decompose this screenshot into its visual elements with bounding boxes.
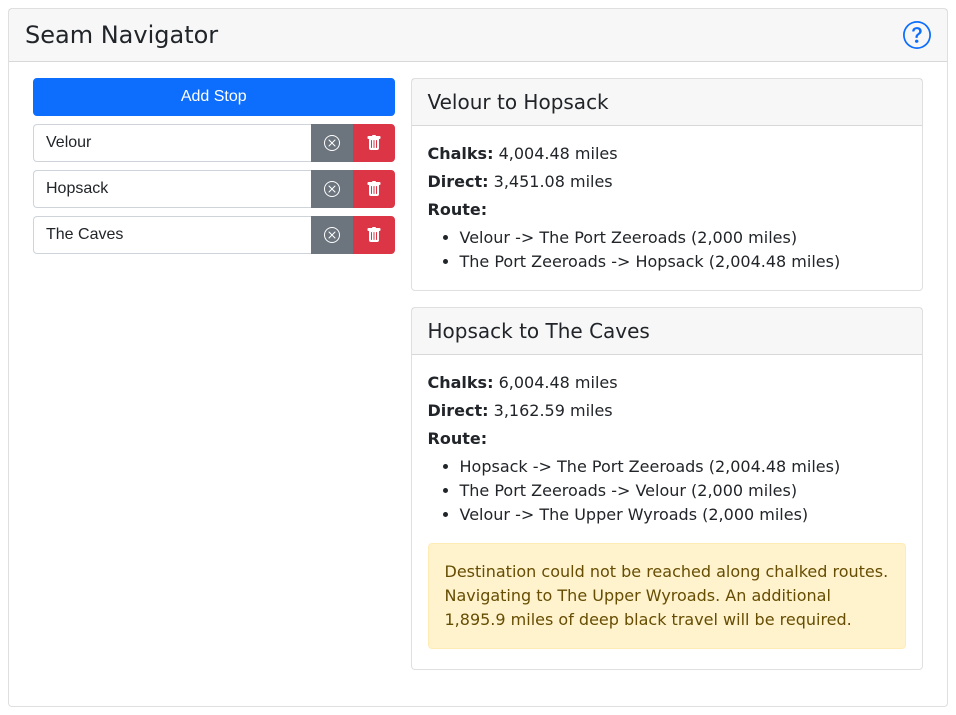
- stop-row: [33, 216, 395, 254]
- route-list: Velour -> The Port Zeeroads (2,000 miles…: [428, 226, 906, 274]
- leg-title: Hopsack to The Caves: [428, 316, 906, 346]
- legs-column: Velour to Hopsack Chalks: 4,004.48 miles D…: [403, 78, 931, 686]
- stop-input[interactable]: [33, 170, 311, 208]
- route-step: The Port Zeeroads -> Velour (2,000 miles…: [460, 479, 906, 503]
- clear-stop-button[interactable]: [311, 216, 353, 254]
- leg-card: Velour to Hopsack Chalks: 4,004.48 miles D…: [411, 78, 923, 291]
- trash-icon: [366, 135, 382, 151]
- add-stop-button[interactable]: Add Stop: [33, 78, 395, 116]
- direct-label: Direct:: [428, 172, 489, 191]
- route-step: Hopsack -> The Port Zeeroads (2,004.48 m…: [460, 455, 906, 479]
- leg-warning: Destination could not be reached along c…: [428, 543, 906, 649]
- delete-stop-button[interactable]: [353, 124, 395, 162]
- route-label: Route:: [428, 427, 906, 451]
- question-circle-icon: [903, 21, 931, 49]
- x-circle-icon: [324, 135, 340, 151]
- trash-icon: [366, 227, 382, 243]
- chalks-line: Chalks: 6,004.48 miles: [428, 371, 906, 395]
- chalks-value: 4,004.48 miles: [499, 144, 618, 163]
- direct-label: Direct:: [428, 401, 489, 420]
- chalks-label: Chalks:: [428, 144, 494, 163]
- route-step: Velour -> The Upper Wyroads (2,000 miles…: [460, 503, 906, 527]
- leg-card: Hopsack to The Caves Chalks: 6,004.48 mil…: [411, 307, 923, 670]
- x-circle-icon: [324, 181, 340, 197]
- stop-row: [33, 170, 395, 208]
- direct-line: Direct: 3,451.08 miles: [428, 170, 906, 194]
- app-header-card: Seam Navigator Add Stop Velour to Hopsac…: [8, 8, 948, 707]
- leg-title: Velour to Hopsack: [428, 87, 906, 117]
- stop-input[interactable]: [33, 216, 311, 254]
- stop-input[interactable]: [33, 124, 311, 162]
- stop-row: [33, 124, 395, 162]
- trash-icon: [366, 181, 382, 197]
- delete-stop-button[interactable]: [353, 216, 395, 254]
- stops-column: Add Stop: [25, 78, 403, 686]
- clear-stop-button[interactable]: [311, 170, 353, 208]
- route-step: The Port Zeeroads -> Hopsack (2,004.48 m…: [460, 250, 906, 274]
- chalks-line: Chalks: 4,004.48 miles: [428, 142, 906, 166]
- clear-stop-button[interactable]: [311, 124, 353, 162]
- direct-line: Direct: 3,162.59 miles: [428, 399, 906, 423]
- delete-stop-button[interactable]: [353, 170, 395, 208]
- page-title: Seam Navigator: [25, 17, 218, 53]
- direct-value: 3,162.59 miles: [494, 401, 613, 420]
- chalks-label: Chalks:: [428, 373, 494, 392]
- chalks-value: 6,004.48 miles: [499, 373, 618, 392]
- x-circle-icon: [324, 227, 340, 243]
- route-list: Hopsack -> The Port Zeeroads (2,004.48 m…: [428, 455, 906, 527]
- route-step: Velour -> The Port Zeeroads (2,000 miles…: [460, 226, 906, 250]
- help-button[interactable]: [903, 21, 931, 49]
- direct-value: 3,451.08 miles: [494, 172, 613, 191]
- route-label: Route:: [428, 198, 906, 222]
